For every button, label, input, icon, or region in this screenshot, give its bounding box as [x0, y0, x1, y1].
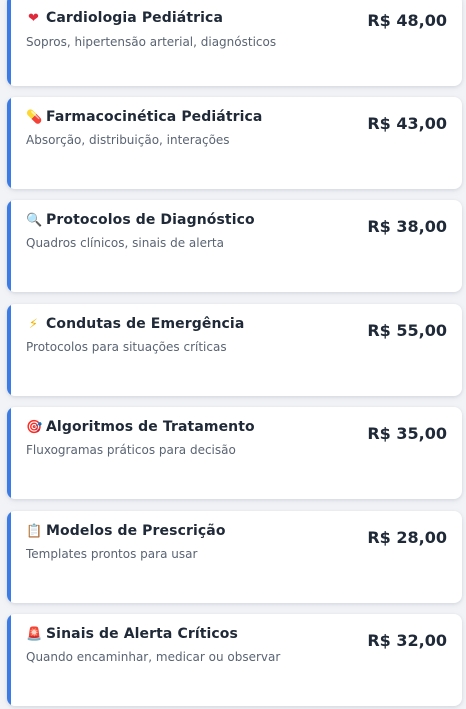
card-accent-bar: [7, 511, 11, 603]
product-description: Protocolos para situações críticas: [26, 340, 227, 354]
card-accent-bar: [7, 0, 11, 86]
magnifier-icon: 🔍: [26, 212, 43, 228]
product-description: Templates prontos para usar: [26, 547, 198, 561]
product-title: Cardiologia Pediátrica: [46, 10, 223, 26]
pill-icon: 💊: [26, 109, 43, 125]
product-price: R$ 43,00: [367, 114, 447, 133]
product-description: Quadros clínicos, sinais de alerta: [26, 236, 224, 250]
product-title: Algoritmos de Tratamento: [46, 419, 255, 435]
product-description: Absorção, distribuição, interações: [26, 133, 230, 147]
product-card-algoritmos[interactable]: 🎯 Algoritmos de Tratamento Fluxogramas p…: [7, 407, 462, 499]
product-card-protocolos[interactable]: 🔍 Protocolos de Diagnóstico Quadros clín…: [7, 200, 462, 292]
product-title: Condutas de Emergência: [46, 316, 245, 332]
card-accent-bar: [7, 407, 11, 499]
card-header: 🔍 Protocolos de Diagnóstico: [26, 212, 255, 228]
product-card-cardiologia[interactable]: ❤ Cardiologia Pediátrica Sopros, hiperte…: [7, 0, 462, 86]
product-title: Modelos de Prescrição: [46, 523, 226, 539]
product-title: Protocolos de Diagnóstico: [46, 212, 255, 228]
heart-icon: ❤: [28, 10, 39, 26]
card-header: 💊 Farmacocinética Pediátrica: [26, 109, 262, 125]
siren-icon: 🚨: [26, 626, 43, 642]
clipboard-icon: 📋: [26, 523, 43, 539]
card-accent-bar: [7, 200, 11, 292]
card-header: 🎯 Algoritmos de Tratamento: [26, 419, 255, 435]
product-description: Sopros, hipertensão arterial, diagnóstic…: [26, 35, 277, 49]
card-accent-bar: [7, 304, 11, 396]
card-header: ❤ Cardiologia Pediátrica: [26, 10, 223, 26]
product-price: R$ 35,00: [367, 424, 447, 443]
product-price: R$ 55,00: [367, 321, 447, 340]
product-title: Farmacocinética Pediátrica: [46, 109, 263, 125]
product-card-emergencia[interactable]: ⚡ Condutas de Emergência Protocolos para…: [7, 304, 462, 396]
product-price: R$ 32,00: [367, 631, 447, 650]
card-header: 🚨 Sinais de Alerta Críticos: [26, 626, 238, 642]
product-card-sinais-alerta[interactable]: 🚨 Sinais de Alerta Críticos Quando encam…: [7, 614, 462, 706]
target-icon: 🎯: [26, 419, 43, 435]
card-accent-bar: [7, 97, 11, 189]
product-description: Quando encaminhar, medicar ou observar: [26, 650, 281, 664]
lightning-icon: ⚡: [28, 316, 39, 332]
product-title: Sinais de Alerta Críticos: [46, 626, 238, 642]
card-header: ⚡ Condutas de Emergência: [26, 316, 244, 332]
product-description: Fluxogramas práticos para decisão: [26, 443, 236, 457]
card-accent-bar: [7, 614, 11, 706]
product-price: R$ 48,00: [367, 11, 447, 30]
card-header: 📋 Modelos de Prescrição: [26, 523, 226, 539]
product-price: R$ 38,00: [367, 217, 447, 236]
product-card-prescricao[interactable]: 📋 Modelos de Prescrição Templates pronto…: [7, 511, 462, 603]
product-price: R$ 28,00: [367, 528, 447, 547]
product-card-farmacocinetica[interactable]: 💊 Farmacocinética Pediátrica Absorção, d…: [7, 97, 462, 189]
